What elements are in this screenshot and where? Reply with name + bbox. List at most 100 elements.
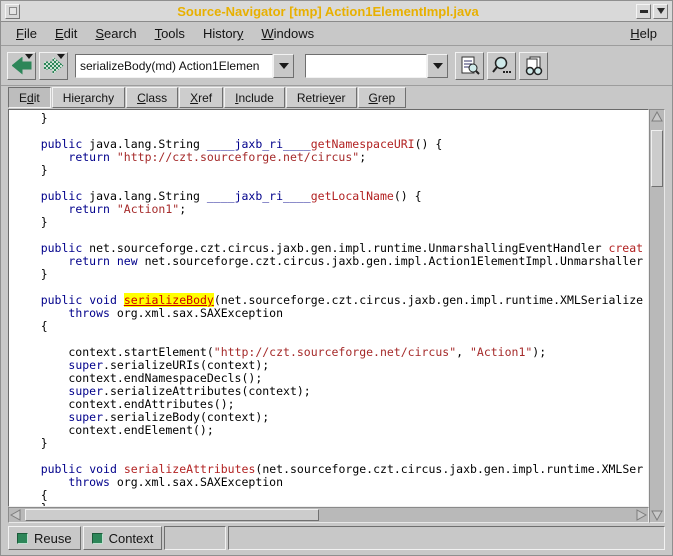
code-segment (13, 241, 41, 255)
toggle-indicator-icon (92, 533, 103, 544)
code-segment (117, 293, 124, 307)
tab-edit[interactable]: Edit (8, 87, 51, 108)
code-segment: ____jaxb_ri____ (207, 137, 311, 151)
statusbar: ReuseContext (8, 526, 665, 550)
window-title: Source-Navigator [tmp] Action1ElementImp… (21, 4, 635, 19)
code-segment: net.sourceforge.czt.circus.jaxb.gen.impl… (82, 241, 608, 255)
symbol-combobox: serializeBody(md) Action1Elemen (75, 54, 294, 78)
maximize-button[interactable] (653, 4, 668, 19)
view-tabbar: EditHierarchyClassXrefIncludeRetrieverGr… (1, 86, 672, 108)
menu-tools[interactable]: Tools (146, 23, 194, 44)
grep-button[interactable] (519, 52, 548, 80)
symbol-combobox-dropdown-button[interactable] (273, 54, 294, 78)
code-segment: ____jaxb_ri____ (207, 189, 311, 203)
minimize-button[interactable] (636, 4, 651, 19)
search-icon (491, 55, 513, 77)
search-combobox-field[interactable] (305, 54, 427, 78)
code-segment: context.endElement(); (13, 423, 214, 437)
code-segment: .serializeAttributes(context); (103, 384, 311, 398)
tab-grep[interactable]: Grep (358, 87, 407, 108)
code-segment: super (68, 358, 103, 372)
menu-help[interactable]: Help (621, 23, 666, 44)
code-segment (13, 358, 68, 372)
code-segment (13, 293, 41, 307)
symbol-combobox-field[interactable]: serializeBody(md) Action1Elemen (75, 54, 273, 78)
symbol-browser-button[interactable] (455, 52, 484, 80)
code-segment (13, 254, 68, 268)
statusbar-panel-left (164, 526, 226, 550)
code-segment (13, 189, 41, 203)
code-line: return "http://czt.sourceforge.net/circu… (13, 151, 648, 164)
code-segment: () { (415, 137, 443, 151)
code-segment: (net.sourceforge.czt.circus.jaxb.gen.imp… (255, 462, 643, 476)
scroll-up-button[interactable] (650, 110, 664, 124)
window-menu-button[interactable] (5, 4, 20, 19)
tab-retriever[interactable]: Retriever (286, 87, 357, 108)
menu-file[interactable]: File (7, 23, 46, 44)
menu-search[interactable]: Search (86, 23, 145, 44)
menubar: FileEditSearchToolsHistoryWindows Help (1, 22, 672, 46)
statusbar-panel-message (228, 526, 665, 550)
code-segment: super (68, 384, 103, 398)
code-segment: return (68, 150, 110, 164)
code-segment: java.lang.String (82, 189, 207, 203)
menu-history[interactable]: History (194, 23, 252, 44)
code-segment: net.sourceforge.czt.circus.jaxb.gen.impl… (138, 254, 643, 268)
code-segment: void (89, 462, 117, 476)
back-arrow-icon (12, 57, 32, 75)
code-segment: "Action1" (470, 345, 532, 359)
menubar-right: Help (621, 23, 666, 44)
code-segment: public (41, 462, 83, 476)
code-segment: public (41, 293, 83, 307)
code-segment: () { (394, 189, 422, 203)
toggle-reuse[interactable]: Reuse (8, 526, 81, 550)
horizontal-scrollbar[interactable] (8, 507, 649, 523)
scroll-down-icon (651, 509, 663, 521)
code-segment: return (68, 254, 110, 268)
scroll-left-button[interactable] (9, 508, 23, 522)
code-segment: public (41, 137, 83, 151)
statusbar-toggles: ReuseContext (8, 526, 162, 550)
back-button[interactable] (7, 52, 36, 80)
code-segment (13, 306, 68, 320)
forward-button[interactable] (39, 52, 68, 80)
code-segment: serializeAttributes (124, 462, 256, 476)
code-segment: } (13, 267, 48, 281)
forward-history-dropdown-icon (57, 54, 65, 59)
search-combobox-dropdown-button[interactable] (427, 54, 448, 78)
tab-include[interactable]: Include (224, 87, 285, 108)
code-segment: context.startElement( (13, 345, 214, 359)
search-combobox (305, 54, 448, 78)
code-segment (13, 410, 68, 424)
tab-xref[interactable]: Xref (179, 87, 223, 108)
menu-edit[interactable]: Edit (46, 23, 86, 44)
code-line: return new net.sourceforge.czt.circus.ja… (13, 255, 648, 268)
code-segment (13, 137, 41, 151)
forward-arrow-icon (44, 57, 64, 75)
toggle-context[interactable]: Context (83, 526, 163, 550)
menu-windows[interactable]: Windows (252, 23, 323, 44)
search-dialog-button[interactable] (487, 52, 516, 80)
horizontal-scrollbar-thumb[interactable] (25, 509, 319, 521)
tab-hierarchy[interactable]: Hierarchy (52, 87, 125, 108)
code-segment: context.endAttributes(); (13, 397, 235, 411)
titlebar[interactable]: Source-Navigator [tmp] Action1ElementImp… (1, 1, 672, 22)
code-line: } (13, 164, 648, 177)
scroll-down-button[interactable] (650, 508, 664, 522)
code-editor[interactable]: } public java.lang.String ____jaxb_ri___… (8, 109, 649, 507)
highlighted-token: serializeBody (124, 293, 214, 307)
code-segment: public (41, 241, 83, 255)
scroll-left-icon (10, 509, 22, 521)
chevron-down-icon (433, 63, 443, 69)
code-segment: "Action1" (117, 202, 179, 216)
code-segment: org.xml.sax.SAXException (110, 306, 283, 320)
tab-class[interactable]: Class (126, 87, 178, 108)
chevron-down-icon (279, 63, 289, 69)
scroll-right-button[interactable] (634, 508, 648, 522)
code-segment: getLocalName (311, 189, 394, 203)
vertical-scrollbar[interactable] (649, 109, 665, 523)
code-line: context.endElement(); (13, 424, 648, 437)
window-menu-icon (9, 7, 17, 15)
code-segment: ; (179, 202, 186, 216)
vertical-scrollbar-thumb[interactable] (651, 130, 663, 187)
